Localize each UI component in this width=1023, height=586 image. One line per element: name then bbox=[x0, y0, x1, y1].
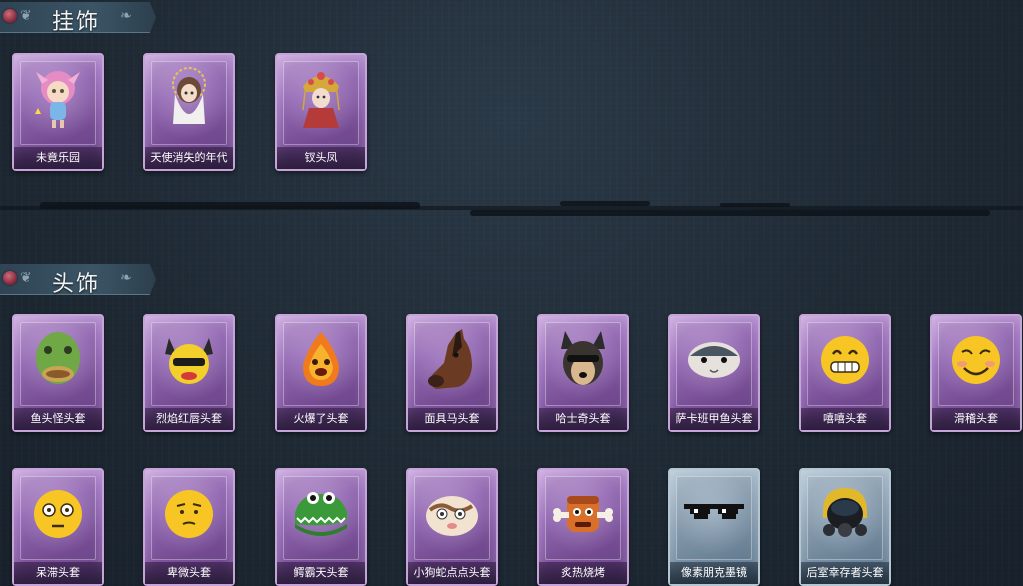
husky-head-mask-icon bbox=[553, 327, 613, 397]
item-name: 鱼头怪头套 bbox=[14, 408, 102, 430]
item-card[interactable]: 小狗蛇点点头套 bbox=[406, 468, 498, 586]
item-name: 后室幸存者头套 bbox=[801, 562, 889, 584]
section-title: 挂饰 bbox=[52, 10, 101, 35]
item-card[interactable]: 面具马头套 bbox=[406, 314, 498, 432]
item-card[interactable]: 卑微头套 bbox=[143, 468, 235, 586]
pin-icon bbox=[3, 271, 17, 285]
opera-headdress-doll-icon bbox=[291, 64, 351, 138]
swirl-right-icon: ❧ bbox=[120, 8, 132, 24]
item-name: 钗头凤 bbox=[277, 147, 365, 169]
gas-mask-helmet-icon bbox=[813, 482, 877, 550]
item-name: 面具马头套 bbox=[408, 408, 496, 430]
item-name: 哈士奇头套 bbox=[539, 408, 627, 430]
item-card[interactable]: 鳄霸天头套 bbox=[275, 468, 367, 586]
horse-head-mask-icon bbox=[422, 327, 482, 397]
section-header-headwear: ❦ ❧ 头饰 bbox=[0, 264, 158, 297]
item-name: 呆滞头套 bbox=[14, 562, 102, 584]
swirl-right-icon: ❧ bbox=[120, 270, 132, 286]
fish-head-mask-icon bbox=[28, 328, 88, 396]
funny-emoji-mask-icon bbox=[946, 330, 1006, 394]
item-name: 火爆了头套 bbox=[277, 408, 365, 430]
item-name: 天使消失的年代 bbox=[145, 147, 233, 169]
section-header-pendants: ❦ ❧ 挂饰 bbox=[0, 2, 158, 35]
item-card[interactable]: 嘻嘻头套 bbox=[799, 314, 891, 432]
item-card[interactable]: 烈焰红唇头套 bbox=[143, 314, 235, 432]
angel-chibi-doll-icon bbox=[159, 64, 219, 138]
swirl-left-icon: ❦ bbox=[20, 8, 32, 24]
item-name: 未竟乐园 bbox=[14, 147, 102, 169]
item-card[interactable]: 炙热烧烤 bbox=[537, 468, 629, 586]
item-card[interactable]: 哈士奇头套 bbox=[537, 314, 629, 432]
grinning-emoji-mask-icon bbox=[815, 330, 875, 394]
item-name: 萨卡班甲鱼头套 bbox=[670, 408, 758, 430]
ink-divider bbox=[0, 200, 1023, 224]
item-card[interactable]: 滑稽头套 bbox=[930, 314, 1022, 432]
item-name: 烈焰红唇头套 bbox=[145, 408, 233, 430]
item-card[interactable]: 萨卡班甲鱼头套 bbox=[668, 314, 760, 432]
item-name: 小狗蛇点点头套 bbox=[408, 562, 496, 584]
item-name: 嘻嘻头套 bbox=[801, 408, 889, 430]
item-name: 滑稽头套 bbox=[932, 408, 1020, 430]
dog-snake-mask-icon bbox=[420, 484, 484, 548]
item-card[interactable]: 鱼头怪头套 bbox=[12, 314, 104, 432]
humble-emoji-mask-icon bbox=[159, 484, 219, 548]
item-card[interactable]: 天使消失的年代 bbox=[143, 53, 235, 171]
pixel-sunglasses-icon bbox=[682, 494, 746, 538]
fire-head-mask-icon bbox=[291, 328, 351, 396]
crocodile-head-mask-icon bbox=[289, 484, 353, 548]
item-card[interactable]: 火爆了头套 bbox=[275, 314, 367, 432]
dazed-emoji-mask-icon bbox=[28, 484, 88, 548]
section-title: 头饰 bbox=[52, 272, 101, 297]
item-card[interactable]: 呆滞头套 bbox=[12, 468, 104, 586]
item-name: 炙热烧烤 bbox=[539, 562, 627, 584]
item-name: 鳄霸天头套 bbox=[277, 562, 365, 584]
pink-hair-chibi-doll-icon bbox=[28, 64, 88, 138]
item-card[interactable]: 后室幸存者头套 bbox=[799, 468, 891, 586]
sacabambaspis-head-mask-icon bbox=[682, 330, 746, 394]
item-name: 像素朋克墨镜 bbox=[670, 562, 758, 584]
yellow-creature-mask-icon bbox=[157, 328, 221, 396]
item-card[interactable]: 像素朋克墨镜 bbox=[668, 468, 760, 586]
swirl-left-icon: ❦ bbox=[20, 270, 32, 286]
pin-icon bbox=[3, 9, 17, 23]
item-card[interactable]: 钗头凤 bbox=[275, 53, 367, 171]
item-name: 卑微头套 bbox=[145, 562, 233, 584]
item-card[interactable]: 未竟乐园 bbox=[12, 53, 104, 171]
grilled-meat-mask-icon bbox=[551, 484, 615, 548]
